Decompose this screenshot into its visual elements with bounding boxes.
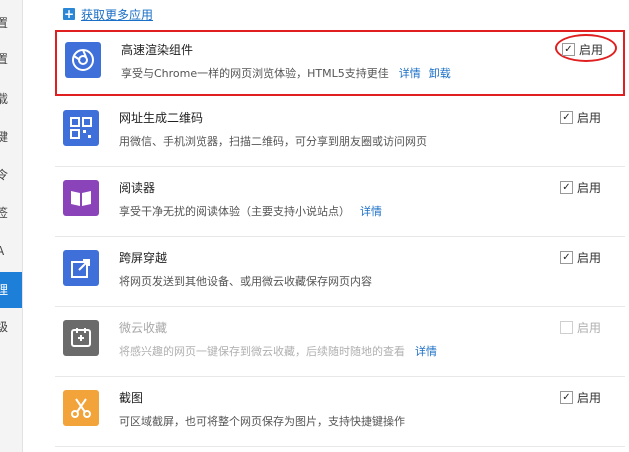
extension-row: 阅读器 享受干净无扰的阅读体验（主要支持小说站点） 详情 启用 bbox=[55, 170, 625, 236]
sidebar-item[interactable]: 级 bbox=[0, 312, 22, 342]
sidebar-item[interactable]: 令 bbox=[0, 160, 22, 190]
details-link[interactable]: 详情 bbox=[399, 67, 421, 80]
enable-checkbox[interactable] bbox=[560, 181, 573, 194]
extension-name: 微云收藏 bbox=[119, 321, 168, 335]
enable-label: 启用 bbox=[579, 43, 604, 57]
extension-row: 高速渲染组件 享受与Chrome一样的网页浏览体验，HTML5支持更佳 详情 卸载 … bbox=[55, 30, 625, 96]
extension-description: 用微信、手机浏览器，扫描二维码，可分享到朋友圈或访问网页 bbox=[119, 135, 427, 148]
chrome-lens-icon bbox=[65, 42, 101, 78]
row-divider bbox=[55, 306, 625, 307]
extension-name: 阅读器 bbox=[119, 181, 156, 195]
extension-description: 享受与Chrome一样的网页浏览体验，HTML5支持更佳 详情 卸载 bbox=[121, 65, 451, 81]
get-more-apps-label: 获取更多应用 bbox=[81, 7, 154, 22]
enable-toggle[interactable]: 启用 bbox=[560, 319, 601, 336]
details-link[interactable]: 详情 bbox=[360, 205, 382, 218]
extension-description-text: 享受与Chrome一样的网页浏览体验，HTML5支持更佳 bbox=[121, 67, 389, 80]
sidebar-item[interactable]: 键 bbox=[0, 122, 22, 152]
share-icon bbox=[63, 250, 99, 286]
extension-name: 跨屏穿越 bbox=[119, 251, 168, 265]
extension-row: 跨屏穿越 将网页发送到其他设备、或用微云收藏保存网页内容 启用 bbox=[55, 240, 625, 306]
extension-description-text: 将感兴趣的网页一键保存到微云收藏，后续随时随地的查看 bbox=[119, 345, 405, 358]
row-divider bbox=[55, 166, 625, 167]
enable-checkbox[interactable] bbox=[560, 111, 573, 124]
extension-description-text: 享受干净无扰的阅读体验（主要支持小说站点） bbox=[119, 205, 350, 218]
enable-toggle[interactable]: 启用 bbox=[560, 109, 601, 126]
extension-row: 微云收藏 将感兴趣的网页一键保存到微云收藏，后续随时随地的查看 详情 启用 bbox=[55, 310, 625, 376]
plus-icon bbox=[63, 8, 75, 20]
enable-toggle[interactable]: 启用 bbox=[560, 389, 601, 406]
extension-row: 网址生成二维码 用微信、手机浏览器，扫描二维码，可分享到朋友圈或访问网页 启用 bbox=[55, 100, 625, 166]
sidebar-item[interactable]: 签 bbox=[0, 198, 22, 228]
extension-description: 将感兴趣的网页一键保存到微云收藏，后续随时随地的查看 详情 bbox=[119, 343, 437, 359]
sidebar-item[interactable]: 置 bbox=[0, 8, 22, 38]
row-divider bbox=[55, 236, 625, 237]
qrcode-icon bbox=[63, 110, 99, 146]
sidebar-item[interactable]: 载 bbox=[0, 84, 22, 114]
uninstall-link[interactable]: 卸载 bbox=[429, 67, 451, 80]
enable-label: 启用 bbox=[577, 251, 602, 265]
row-divider bbox=[55, 376, 625, 377]
row-divider bbox=[55, 446, 625, 447]
enable-checkbox[interactable] bbox=[560, 321, 573, 334]
extension-description: 可区域截屏，也可将整个网页保存为图片，支持快捷键操作 bbox=[119, 415, 405, 428]
details-link[interactable]: 详情 bbox=[415, 345, 437, 358]
scissors-icon bbox=[63, 390, 99, 426]
book-icon bbox=[63, 180, 99, 216]
enable-checkbox[interactable] bbox=[560, 391, 573, 404]
extension-name: 高速渲染组件 bbox=[121, 43, 194, 57]
extension-name: 截图 bbox=[119, 391, 144, 405]
extension-description: 享受干净无扰的阅读体验（主要支持小说站点） 详情 bbox=[119, 203, 382, 219]
get-more-apps-link[interactable]: 获取更多应用 bbox=[63, 5, 153, 23]
enable-label: 启用 bbox=[577, 321, 602, 335]
settings-sidebar: 置 置 载 键 令 签 A 理 级 bbox=[0, 0, 23, 452]
sidebar-item-extensions-active[interactable]: 理 bbox=[0, 272, 22, 308]
enable-label: 启用 bbox=[577, 181, 602, 195]
bookmark-icon bbox=[63, 320, 99, 356]
extension-description: 将网页发送到其他设备、或用微云收藏保存网页内容 bbox=[119, 275, 372, 288]
extension-row: 截图 可区域截屏，也可将整个网页保存为图片，支持快捷键操作 启用 bbox=[55, 380, 625, 446]
extension-name: 网址生成二维码 bbox=[119, 111, 204, 125]
enable-checkbox[interactable] bbox=[560, 251, 573, 264]
sidebar-item[interactable]: 置 bbox=[0, 44, 22, 74]
enable-checkbox[interactable] bbox=[562, 43, 575, 56]
enable-label: 启用 bbox=[577, 111, 602, 125]
enable-label: 启用 bbox=[577, 391, 602, 405]
sidebar-item[interactable]: A bbox=[0, 236, 22, 266]
enable-toggle[interactable]: 启用 bbox=[560, 249, 601, 266]
enable-toggle[interactable]: 启用 bbox=[562, 41, 603, 58]
enable-toggle[interactable]: 启用 bbox=[560, 179, 601, 196]
extensions-panel: 获取更多应用 高速渲染组件 享受与Chrome一样的网页浏览体验，HTML5支持… bbox=[23, 0, 629, 452]
